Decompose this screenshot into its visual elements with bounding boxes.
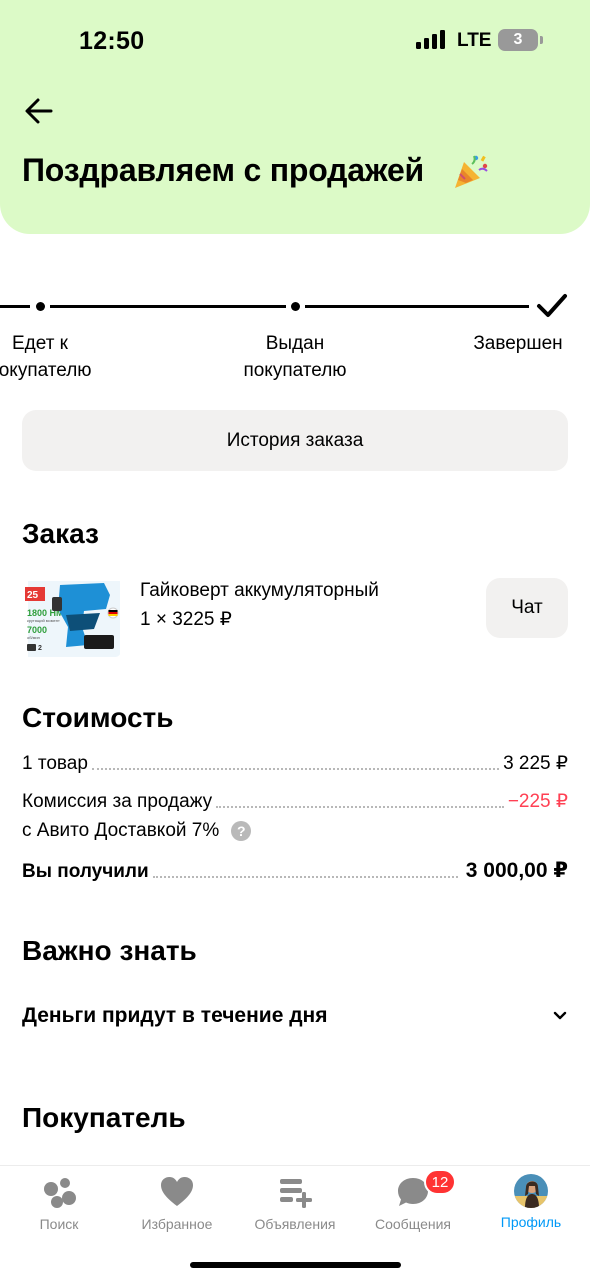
cost-value: 3 225 ₽ (503, 753, 568, 774)
header: 12:50 LTE 3 Поздравляем с продажей (0, 0, 590, 234)
svg-text:об/мин: об/мин (27, 635, 40, 640)
help-icon[interactable]: ? (231, 821, 252, 841)
svg-text:25: 25 (27, 590, 39, 601)
step-label-delivering: Едет к покупателю (0, 333, 92, 381)
search-icon (44, 1178, 76, 1208)
home-indicator (190, 1262, 401, 1268)
leader-dots (152, 876, 458, 878)
leader-dots (91, 768, 500, 770)
svg-text:7000: 7000 (27, 625, 47, 635)
tab-label: Избранное (141, 1216, 213, 1232)
tab-profile[interactable]: Профиль (472, 1174, 590, 1240)
signal-icon (416, 30, 445, 49)
heart-icon (161, 1177, 193, 1206)
cost-row-commission: Комиссия за продажу −225 ₽ (22, 790, 568, 813)
money-info-accordion[interactable]: Деньги придут в течение дня (22, 1000, 568, 1032)
tab-label: Поиск (39, 1216, 79, 1232)
cost-label-line2: с Авито Доставкой 7% (22, 820, 220, 841)
tab-label: Сообщения (375, 1216, 451, 1232)
party-popper-icon (455, 155, 488, 188)
tab-favorites[interactable]: Избранное (118, 1174, 236, 1240)
cost-value-negative: −225 ₽ (507, 791, 568, 812)
status-time: 12:50 (79, 27, 145, 55)
chevron-down-icon (553, 1011, 567, 1020)
cost-label: 1 товар (22, 753, 88, 774)
cost-total-value: 3 000,00 ₽ (465, 859, 568, 882)
cost-row-item: 1 товар 3 225 ₽ (22, 752, 568, 775)
chat-button[interactable]: Чат (486, 578, 568, 638)
important-heading: Важно знать (22, 935, 197, 966)
order-progress: Едет к покупателю Выдан покупателю Завер… (0, 290, 590, 381)
messages-badge: 12 (424, 1169, 456, 1195)
page-title: Поздравляем с продажей (22, 152, 425, 188)
tab-label: Профиль (500, 1214, 562, 1230)
product-name[interactable]: Гайковерт аккумуляторный (140, 580, 379, 602)
back-arrow-icon[interactable] (22, 94, 56, 128)
listings-icon (280, 1179, 312, 1208)
product-quantity-price: 1 × 3225 ₽ (140, 609, 232, 630)
progress-line (305, 305, 529, 308)
progress-dot (291, 302, 300, 311)
accordion-label: Деньги придут в течение дня (22, 1004, 328, 1027)
step-label-delivered: Выдан покупателю (243, 333, 347, 381)
progress-dot (36, 302, 45, 311)
svg-text:крутящий момент: крутящий момент (27, 618, 60, 623)
product-image[interactable]: 25 1800 НМ крутящий момент 7000 об/мин 2 (22, 575, 121, 657)
progress-line (50, 305, 286, 308)
avatar (514, 1174, 548, 1208)
svg-text:2: 2 (38, 645, 42, 652)
commission-sublabel: с Авито Доставкой 7% ? (22, 820, 252, 842)
tab-search[interactable]: Поиск (0, 1174, 118, 1240)
step-label-completed: Завершен (473, 333, 563, 354)
progress-line (0, 305, 30, 308)
buyer-heading: Покупатель (22, 1102, 186, 1133)
battery-icon: 3 (498, 29, 543, 51)
cost-heading: Стоимость (22, 702, 174, 733)
order-history-button[interactable]: История заказа (22, 410, 568, 471)
cost-label: Комиссия за продажу (22, 791, 213, 812)
leader-dots (216, 806, 504, 808)
check-icon (537, 294, 567, 317)
tab-listings[interactable]: Объявления (236, 1174, 354, 1240)
cost-row-total: Вы получили 3 000,00 ₽ (22, 858, 568, 883)
order-heading: Заказ (22, 518, 99, 549)
tab-label: Объявления (254, 1216, 336, 1232)
network-label: LTE (457, 30, 492, 51)
cost-total-label: Вы получили (22, 861, 149, 882)
